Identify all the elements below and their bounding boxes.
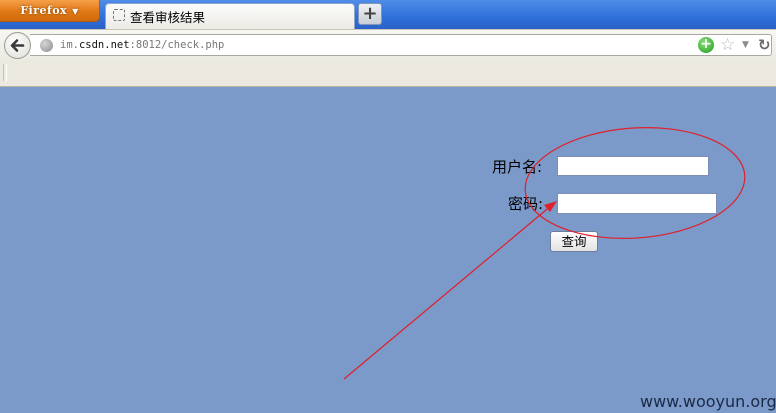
tab-strip: Firefox ▼ 查看审核结果 + [0,0,776,29]
back-arrow-icon [10,39,25,52]
star-icon[interactable]: ☆ [720,35,735,55]
url-host: csdn.net [78,39,130,51]
url-prefix: im. [60,39,79,51]
page-content: 用户名: 密码: 查询 www.wooyun.org [0,87,776,413]
blank-page-icon [113,9,125,21]
navigation-bar: im.csdn.net:8012/check.php + ☆ ▼ ↻ [0,29,776,59]
url-path: :8012/check.php [129,39,225,51]
firefox-menu-label: Firefox [20,4,68,17]
globe-icon[interactable] [40,39,53,52]
tab-active[interactable]: 查看审核结果 [105,3,355,29]
new-tab-button[interactable]: + [358,3,382,25]
chevron-down-icon: ▼ [72,6,79,16]
annotation-arrowhead [544,201,557,212]
go-plus-icon[interactable]: + [698,37,714,53]
back-button[interactable] [4,32,31,59]
toolbar-grip [3,64,7,81]
tab-title: 查看审核结果 [130,10,206,25]
bookmarks-toolbar [0,59,776,87]
firefox-menu-button[interactable]: Firefox ▼ [0,0,100,22]
reload-icon[interactable]: ↻ [758,36,771,54]
annotation-circle [524,127,746,239]
dropdown-icon[interactable]: ▼ [742,38,749,52]
password-label: 密码: [508,195,544,213]
query-button[interactable]: 查询 [550,231,598,252]
address-bar[interactable]: im.csdn.net:8012/check.php + ☆ ▼ ↻ [30,34,772,56]
username-input[interactable] [557,156,709,176]
password-input[interactable] [557,193,717,214]
annotation-overlay [343,127,746,380]
annotation-arrow-line [343,204,553,380]
username-label: 用户名: [492,158,543,176]
watermark-text: www.wooyun.org [640,392,776,411]
url-text[interactable]: im.csdn.net:8012/check.php [60,39,224,51]
